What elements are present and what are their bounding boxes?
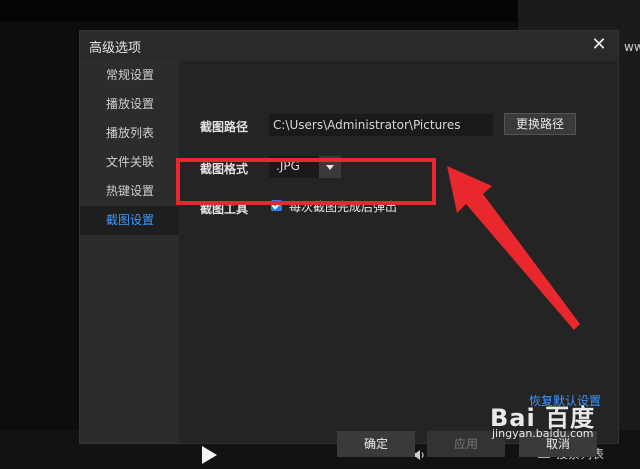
- sidebar-item-screenshot[interactable]: 截图设置: [80, 206, 179, 235]
- close-icon[interactable]: ✕: [590, 36, 608, 54]
- dialog-title-bar[interactable]: 高级选项 ✕: [80, 31, 618, 61]
- sidebar-item-playback[interactable]: 播放设置: [80, 90, 179, 119]
- sidebar-item-file-association[interactable]: 文件关联: [80, 148, 179, 177]
- change-path-button[interactable]: 更换路径: [504, 113, 576, 135]
- player-top-bar: [0, 0, 518, 22]
- ok-button[interactable]: 确定: [337, 431, 415, 457]
- dialog-title: 高级选项: [89, 41, 142, 56]
- advanced-options-dialog: 高级选项 ✕ 常规设置 播放设置 播放列表 文件关联 热键设置 截图设置 截图路…: [79, 30, 619, 457]
- screenshot-settings-panel: 截图路径 更换路径 截图格式 .JPG 截图工具 每次截图完成后弹出 恢复默认设…: [179, 61, 618, 457]
- screenshot-path-input[interactable]: [269, 114, 493, 136]
- settings-sidebar: 常规设置 播放设置 播放列表 文件关联 热键设置 截图设置: [80, 61, 179, 443]
- side-panel-text: www.c: [624, 40, 640, 54]
- annotation-highlight-box: [176, 158, 436, 205]
- sidebar-item-hotkeys[interactable]: 热键设置: [80, 177, 179, 206]
- sidebar-item-playlist[interactable]: 播放列表: [80, 119, 179, 148]
- play-icon[interactable]: [202, 446, 217, 464]
- baidu-watermark-url: jingyan.baidu.com: [492, 427, 594, 440]
- screenshot-path-label: 截图路径: [200, 120, 249, 134]
- sidebar-item-general[interactable]: 常规设置: [80, 61, 179, 90]
